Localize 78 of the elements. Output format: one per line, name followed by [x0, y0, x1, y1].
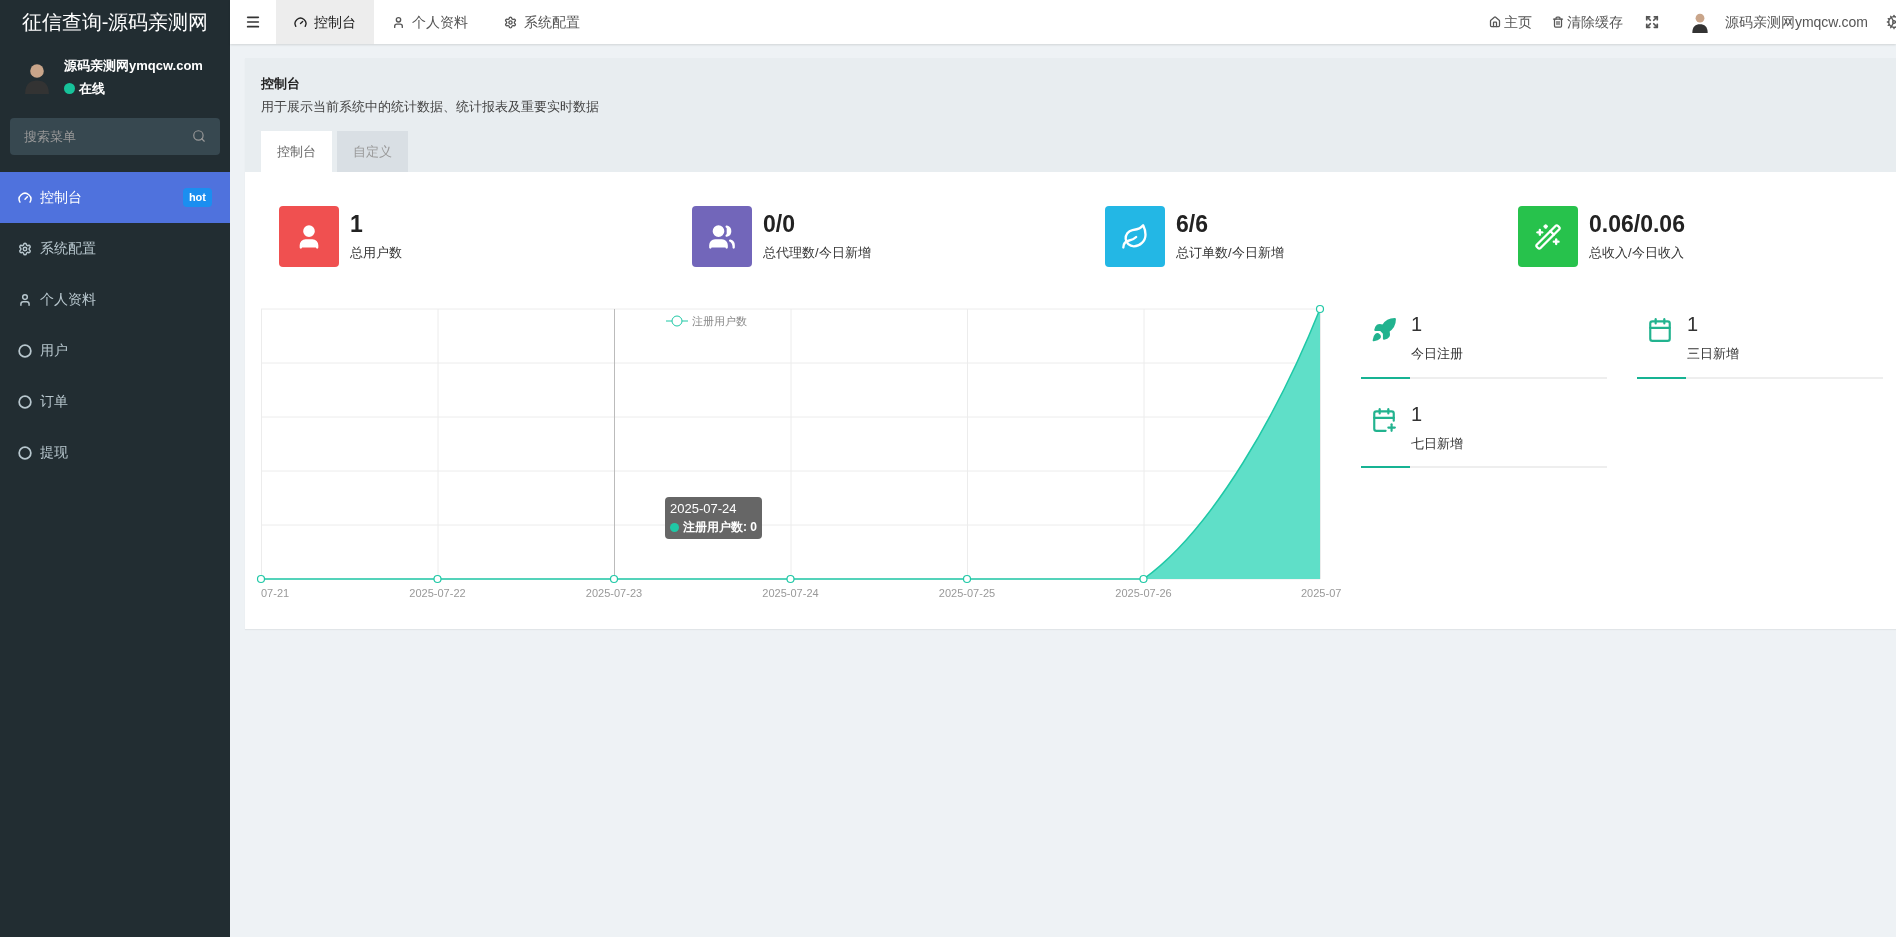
- panel-title: 控制台: [261, 75, 301, 93]
- mini-stat-label: 七日新增: [1411, 434, 1463, 453]
- data-point: [256, 574, 266, 584]
- expand-icon: [1644, 15, 1659, 29]
- menu-icon: [245, 14, 261, 30]
- menu-label: 控制台: [40, 188, 83, 207]
- gauge-icon: [294, 15, 307, 29]
- menu-item[interactable]: 个人资料: [0, 274, 230, 325]
- axis-label: 2025-07: [1301, 586, 1342, 601]
- menu-label: 系统配置: [40, 239, 97, 258]
- stat-label: 总收入/今日收入: [1589, 243, 1685, 262]
- menu-item[interactable]: 系统配置: [0, 223, 230, 274]
- nav-tab[interactable]: 个人资料: [374, 0, 486, 44]
- trash-icon: [1551, 16, 1564, 28]
- nav-tab[interactable]: 系统配置: [486, 0, 598, 44]
- tooltip-title: 2025-07-24: [670, 500, 738, 518]
- menu-label: 提现: [40, 443, 69, 462]
- stat-value: 0/0: [763, 210, 796, 237]
- user-name: 源码亲测网ymqcw.com: [64, 57, 203, 75]
- magic-wand-icon: [1534, 222, 1562, 251]
- search-icon[interactable]: [192, 129, 206, 143]
- leaf-icon: [1121, 222, 1149, 251]
- axis-label: 2025-07-22: [409, 586, 466, 601]
- users-icon: [708, 222, 736, 251]
- search-field[interactable]: 搜索菜单: [10, 118, 220, 155]
- data-point: [962, 574, 972, 584]
- legend-label: 注册用户数: [692, 314, 747, 329]
- data-point: [1139, 574, 1148, 584]
- stat-label: 总代理数/今日新增: [763, 243, 871, 262]
- mini-stat-label: 今日注册: [1411, 345, 1463, 363]
- tooltip-value: 注册用户数: 0: [683, 519, 757, 536]
- top-link[interactable]: 主页: [1478, 0, 1542, 44]
- menu-label: 个人资料: [40, 290, 97, 309]
- app-title: 征信查询-源码亲测网: [21, 10, 209, 35]
- gear-icon: [18, 241, 32, 256]
- stat-value: 6/6: [1176, 210, 1209, 237]
- circle-icon: [18, 343, 32, 358]
- panel-tab[interactable]: 控制台: [261, 131, 332, 172]
- home-icon: [1488, 16, 1501, 28]
- user-icon: [18, 292, 32, 307]
- user-icon: [392, 15, 405, 29]
- user-status: 在线: [79, 79, 105, 98]
- data-point: [433, 574, 442, 584]
- circle-icon: [18, 445, 32, 460]
- axis-label: 2025-07-25: [938, 586, 996, 601]
- axis-label: 2025-07-23: [585, 586, 643, 601]
- circle-icon: [18, 394, 32, 409]
- menu-item[interactable]: 提现: [0, 427, 230, 478]
- stat-value: 1: [350, 210, 364, 237]
- mini-stat-value: 1: [1687, 312, 1700, 337]
- stat-value: 0.06/0.06: [1589, 210, 1685, 237]
- axis-label: 2025-07-26: [1115, 586, 1172, 601]
- username-link[interactable]: 源码亲测网ymqcw.com: [1724, 11, 1868, 33]
- gauge-icon: [18, 190, 32, 205]
- rocket-icon: [1371, 317, 1397, 343]
- mini-stat-value: 1: [1411, 312, 1424, 337]
- calendar-plus-icon: [1371, 406, 1397, 433]
- axis-label: 07-21: [261, 586, 290, 601]
- calendar-icon: [1647, 317, 1673, 343]
- stat-label: 总订单数/今日新增: [1176, 243, 1284, 262]
- mini-stat-value: 1: [1411, 401, 1424, 427]
- data-point: [1315, 304, 1325, 314]
- data-point: [786, 574, 795, 584]
- menu-item[interactable]: 订单: [0, 376, 230, 427]
- top-link[interactable]: 清除缓存: [1541, 0, 1633, 44]
- menu-label: 订单: [40, 392, 69, 411]
- menu-item[interactable]: 用户: [0, 325, 230, 376]
- axis-label: 2025-07-24: [762, 586, 819, 601]
- nav-tab[interactable]: 控制台: [276, 0, 374, 44]
- legend-icon: [666, 315, 688, 328]
- gear-icon: [504, 15, 517, 29]
- menu-label: 用户: [40, 341, 69, 360]
- panel-description: 用于展示当前系统中的统计数据、统计报表及重要实时数据: [261, 97, 600, 116]
- data-point: [609, 574, 619, 584]
- stat-label: 总用户数: [350, 243, 402, 262]
- mini-stat-label: 三日新增: [1687, 345, 1739, 363]
- menu-item[interactable]: 控制台 hot: [0, 172, 230, 223]
- hot-badge: hot: [182, 188, 212, 207]
